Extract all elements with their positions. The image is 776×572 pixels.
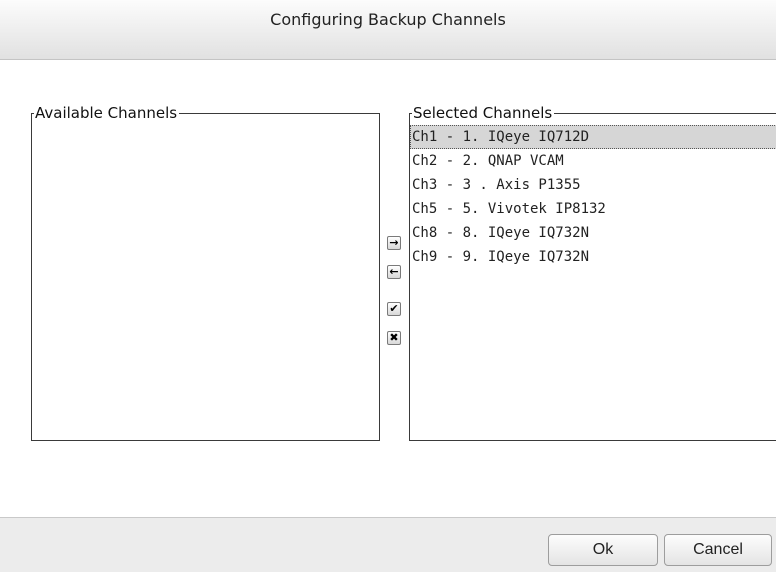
selected-channels-list[interactable]: Ch1 - 1. IQeye IQ712D Ch2 - 2. QNAP VCAM… xyxy=(410,125,776,269)
close-icon[interactable]: ✖ xyxy=(387,331,401,345)
dialog-footer: Ok Cancel xyxy=(0,517,776,572)
available-channels-legend: Available Channels xyxy=(34,103,180,123)
channel-list-item[interactable]: Ch5 - 5. Vivotek IP8132 xyxy=(410,197,776,221)
remove-channel-arrow-icon[interactable]: ← xyxy=(387,265,401,279)
cancel-button[interactable]: Cancel xyxy=(664,534,772,566)
channel-list-item[interactable]: Ch1 - 1. IQeye IQ712D xyxy=(410,125,776,149)
selected-channels-panel[interactable]: Selected Channels Ch1 - 1. IQeye IQ712D … xyxy=(409,103,776,441)
selected-channels-legend: Selected Channels xyxy=(412,103,555,123)
channel-list-item[interactable]: Ch9 - 9. IQeye IQ732N xyxy=(410,245,776,269)
channel-list-item[interactable]: Ch3 - 3 . Axis P1355 xyxy=(410,173,776,197)
dialog-title: Configuring Backup Channels xyxy=(270,10,506,29)
available-channels-panel[interactable]: Available Channels xyxy=(31,103,380,441)
channel-list-item[interactable]: Ch2 - 2. QNAP VCAM xyxy=(410,149,776,173)
check-icon[interactable]: ✔ xyxy=(387,302,401,316)
dialog-title-bar: Configuring Backup Channels xyxy=(0,0,776,60)
channel-list-item[interactable]: Ch8 - 8. IQeye IQ732N xyxy=(410,221,776,245)
ok-button[interactable]: Ok xyxy=(548,534,658,566)
add-channel-arrow-icon[interactable]: → xyxy=(387,236,401,250)
